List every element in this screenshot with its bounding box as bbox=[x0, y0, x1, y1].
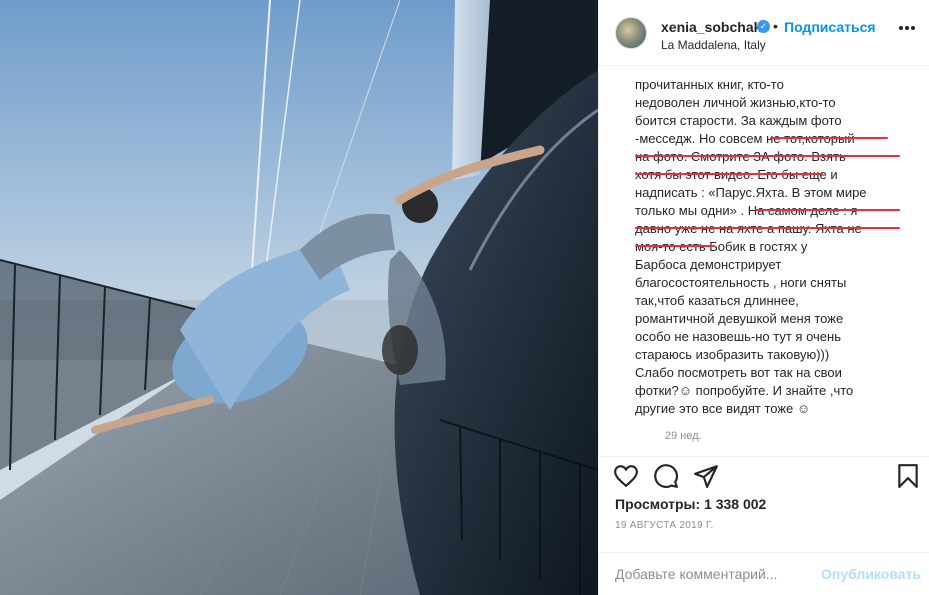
views-count[interactable]: Просмотры: 1 338 002 bbox=[615, 496, 766, 512]
caption-line: -месседж. Но совсем не тот,который bbox=[635, 131, 855, 146]
highlight-underline bbox=[755, 209, 900, 211]
caption-line: надписать : «Парус.Яхта. В этом мире bbox=[635, 185, 867, 200]
caption-line: хотя бы этот видео. Его бы еще и bbox=[635, 167, 838, 182]
username-link[interactable]: xenia_sobchak bbox=[661, 19, 761, 35]
caption-line: недоволен личной жизнью,кто-то bbox=[635, 95, 836, 110]
avatar[interactable] bbox=[615, 17, 647, 49]
more-options-icon[interactable] bbox=[899, 26, 915, 32]
caption-line: особо не назовешь-но тут я очень bbox=[635, 329, 841, 344]
yacht-photo-illustration bbox=[0, 0, 598, 595]
highlight-underline bbox=[635, 173, 823, 175]
caption-line: моя-то есть Бобик в гостях у bbox=[635, 239, 808, 254]
verified-badge-icon: ✓ bbox=[757, 20, 770, 33]
heart-icon[interactable] bbox=[613, 463, 639, 489]
post-time-ago: 29 нед. bbox=[665, 430, 702, 442]
caption-line: стараюсь изобразить таковую))) bbox=[635, 347, 830, 362]
caption-line: давно уже не на яхте а пашу. Яхта не bbox=[635, 220, 862, 238]
bookmark-icon[interactable] bbox=[895, 463, 921, 489]
caption-line: романтичной девушкой меня тоже bbox=[635, 311, 844, 326]
highlight-underline bbox=[770, 137, 888, 139]
caption-line: другие это все видят тоже ☺ bbox=[635, 401, 811, 416]
post-header: xenia_sobchak ✓ • Подписаться La Maddale… bbox=[599, 0, 929, 66]
caption-line: на фото. Смотрите ЗА фото. Взять bbox=[635, 148, 846, 166]
highlight-underline bbox=[635, 227, 900, 229]
caption-line: Слабо посмотреть вот так на свои bbox=[635, 365, 842, 380]
caption-line: так,чтоб казаться длиннее, bbox=[635, 293, 799, 308]
caption-line: только мы одни» . На самом деле : я bbox=[635, 203, 858, 218]
post-side-panel: xenia_sobchak ✓ • Подписаться La Maddale… bbox=[598, 0, 929, 595]
share-icon[interactable] bbox=[693, 463, 719, 489]
post-date: 19 АВГУСТА 2019 Г. bbox=[615, 520, 714, 531]
comment-icon[interactable] bbox=[653, 463, 679, 489]
views-number: 1 338 002 bbox=[704, 496, 767, 512]
post-caption: прочитанных книг, кто-то недоволен лично… bbox=[635, 66, 900, 436]
caption-line: боится старости. За каждым фото bbox=[635, 113, 842, 128]
caption-line: благосостоятельность , ноги сняты bbox=[635, 275, 847, 290]
caption-line: фотки?☺ попробуйте. И знайте ,что bbox=[635, 383, 854, 398]
caption-line: прочитанных книг, кто-то bbox=[635, 77, 784, 92]
publish-button[interactable]: Опубликовать bbox=[821, 566, 921, 582]
views-label: Просмотры: bbox=[615, 496, 701, 512]
location-link[interactable]: La Maddalena, Italy bbox=[661, 38, 766, 52]
highlight-underline bbox=[635, 155, 900, 157]
comment-input[interactable] bbox=[615, 563, 815, 585]
post-photo[interactable] bbox=[0, 0, 598, 595]
highlight-underline bbox=[635, 245, 715, 247]
comment-bar: Опубликовать bbox=[599, 552, 929, 595]
separator-dot: • bbox=[773, 18, 778, 34]
caption-line: Барбоса демонстрирует bbox=[635, 257, 782, 272]
follow-button[interactable]: Подписаться bbox=[784, 19, 876, 35]
action-bar bbox=[599, 456, 929, 492]
